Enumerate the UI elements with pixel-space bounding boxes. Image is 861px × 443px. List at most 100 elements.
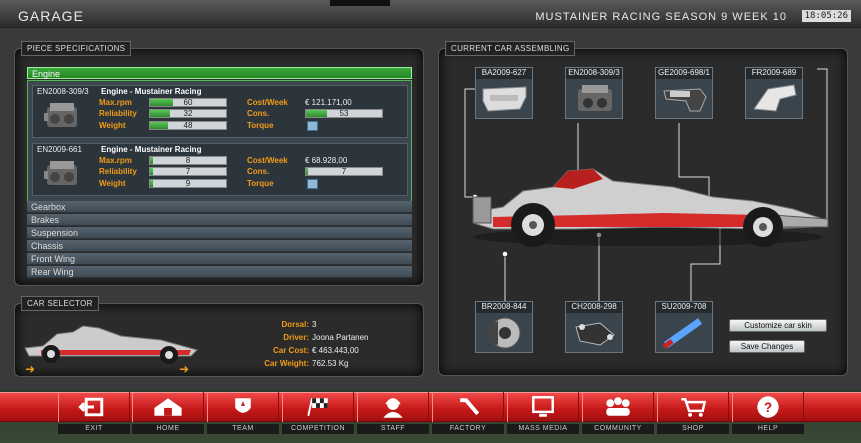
nav-home[interactable]: HOME (132, 392, 204, 434)
car-selector-panel: CAR SELECTOR ➜ ➜ Dorsal: Driver: Car Cos… (14, 296, 424, 380)
weight-bar: 9 (149, 179, 227, 188)
nav-team[interactable]: TEAM (207, 392, 279, 434)
max-rpm-bar: 60 (149, 98, 227, 107)
race-car-image (472, 168, 829, 247)
engine-piece-card[interactable]: EN2009-661 Engine - Mustainer Racing Max… (32, 143, 408, 196)
category-gearbox[interactable]: Gearbox (27, 201, 412, 213)
part-slot-ba[interactable]: BA2009-627 (475, 67, 533, 119)
cons-bar: 53 (305, 109, 383, 118)
category-rear-wing[interactable]: Rear Wing (27, 266, 412, 278)
nav-label: HOME (132, 424, 204, 434)
part-slot-fr[interactable]: FR2009-689 (745, 67, 803, 119)
brake-disc-icon (488, 317, 521, 349)
community-icon (582, 392, 654, 422)
panel-title: CAR SELECTOR (21, 296, 99, 311)
car-cost-value: € 463.443,00 (312, 346, 359, 355)
nav-mass-media[interactable]: MASS MEDIA (507, 392, 579, 434)
part-slot-en[interactable]: EN2008-309/3 (565, 67, 623, 119)
bar-value: 32 (183, 109, 193, 118)
part-slot-ge[interactable]: GE2009-698/1 (655, 67, 713, 119)
torque-chart-icon[interactable] (307, 121, 318, 131)
page-title: GARAGE (18, 8, 84, 24)
piece-code: EN2008-309/3 (37, 87, 89, 96)
cons-label: Cons. (247, 167, 270, 176)
reliability-bar: 7 (149, 167, 227, 176)
nav-label: MASS MEDIA (507, 424, 579, 434)
svg-text:?: ? (764, 400, 772, 415)
piece-name: Engine - Mustainer Racing (101, 145, 202, 154)
bar-value: 48 (183, 121, 193, 130)
nav-competition[interactable]: COMPETITION (282, 392, 354, 434)
clock: 18:05:26 (801, 10, 851, 22)
cost-week-value: € 68.928,00 (305, 156, 348, 165)
driver-label: Driver: (283, 333, 309, 342)
suspension-icon (662, 318, 703, 349)
category-brakes[interactable]: Brakes (27, 214, 412, 226)
top-tab-strip (330, 0, 390, 6)
reliability-label: Reliability (99, 167, 137, 176)
piece-name: Engine - Mustainer Racing (101, 87, 202, 96)
car-assembling-panel: CURRENT CAR ASSEMBLING BA2009-627 EN2008… (438, 41, 848, 376)
next-car-arrow-icon[interactable]: ➜ (179, 362, 189, 376)
nav-staff[interactable]: STAFF (357, 392, 429, 434)
nav-help[interactable]: ? HELP (732, 392, 804, 434)
nav-label: HELP (732, 424, 804, 434)
engine-piece-card[interactable]: EN2008-309/3 Engine - Mustainer Racing M… (32, 85, 408, 138)
chassis-icon (575, 322, 615, 346)
part-slot-su[interactable]: SU2009-708 (655, 301, 713, 353)
nav-exit[interactable]: EXIT (58, 392, 130, 434)
piece-specifications-panel: PIECE SPECIFICATIONS Engine EN2008-309/3… (14, 41, 424, 286)
part-code: BR2008-844 (476, 302, 532, 313)
nav-label: FACTORY (432, 424, 504, 434)
driver-value: Joona Partanen (312, 333, 369, 342)
torque-label: Torque (247, 179, 274, 188)
nav-label: COMPETITION (282, 424, 354, 434)
car-cost-label: Car Cost: (272, 346, 309, 355)
category-engine[interactable]: Engine (27, 67, 412, 79)
part-code: CH2008-298 (566, 302, 622, 313)
team-icon (207, 392, 279, 422)
part-code: EN2008-309/3 (566, 68, 622, 79)
bar-value: 60 (183, 98, 193, 107)
reliability-bar: 32 (149, 109, 227, 118)
dorsal-value: 3 (312, 320, 317, 329)
bar-value: 8 (185, 156, 191, 165)
selector-labels: Dorsal: Driver: Car Cost: Car Weight: (225, 320, 309, 380)
part-code: GE2009-698/1 (656, 68, 712, 79)
reliability-label: Reliability (99, 109, 137, 118)
help-icon: ? (732, 392, 804, 422)
part-slot-br[interactable]: BR2008-844 (475, 301, 533, 353)
customize-car-skin-button[interactable]: Customize car skin (729, 319, 827, 332)
engine-icon (578, 85, 612, 111)
part-code: FR2009-689 (746, 68, 802, 79)
home-icon (132, 392, 204, 422)
bar-value: 7 (185, 167, 191, 176)
nav-community[interactable]: COMMUNITY (582, 392, 654, 434)
part-slot-ch[interactable]: CH2008-298 (565, 301, 623, 353)
exit-icon (58, 392, 130, 422)
torque-chart-icon[interactable] (307, 179, 318, 189)
front-wing-icon (753, 84, 797, 112)
max-rpm-label: Max.rpm (99, 156, 132, 165)
cons-label: Cons. (247, 109, 270, 118)
nav-label: EXIT (58, 424, 130, 434)
save-changes-button[interactable]: Save Changes (729, 340, 805, 353)
weight-label: Weight (99, 179, 126, 188)
flag-icon (282, 392, 354, 422)
nav-label: COMMUNITY (582, 424, 654, 434)
nav-shop[interactable]: SHOP (657, 392, 729, 434)
rear-wing-icon (482, 86, 527, 112)
weight-label: Weight (99, 121, 126, 130)
panel-title: PIECE SPECIFICATIONS (21, 41, 132, 56)
prev-car-arrow-icon[interactable]: ➜ (25, 362, 35, 376)
bar-value: 9 (185, 179, 191, 188)
part-code: BA2009-627 (476, 68, 532, 79)
piece-code: EN2009-661 (37, 145, 82, 154)
car-weight-label: Car Weight: (264, 359, 309, 368)
cost-week-value: € 121.171,00 (305, 98, 352, 107)
nav-factory[interactable]: FACTORY (432, 392, 504, 434)
category-chassis[interactable]: Chassis (27, 240, 412, 252)
cost-week-label: Cost/Week (247, 98, 288, 107)
category-suspension[interactable]: Suspension (27, 227, 412, 239)
category-front-wing[interactable]: Front Wing (27, 253, 412, 265)
